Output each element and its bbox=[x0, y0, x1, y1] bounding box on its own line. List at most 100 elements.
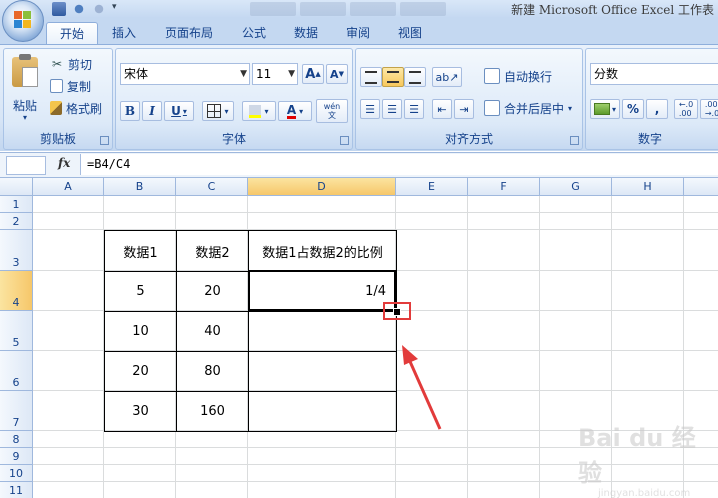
phonetic-guide-button[interactable]: wén 文 bbox=[316, 99, 348, 123]
align-bottom-button[interactable] bbox=[404, 67, 426, 87]
font-group: 宋体 ▼ 11 ▼ A ▲ A ▼ B I U ▾ ▾ ▾ A ▾ wén 文 字体 bbox=[115, 48, 353, 150]
cell-b4[interactable]: 5 bbox=[105, 272, 176, 311]
column-header-b[interactable]: B bbox=[104, 178, 176, 196]
gridline bbox=[539, 196, 540, 498]
currency-button[interactable]: ▾ bbox=[590, 99, 620, 119]
cell-b3[interactable]: 数据1 bbox=[105, 231, 176, 271]
row-header-9[interactable]: 9 bbox=[0, 448, 33, 465]
grow-font-button[interactable]: A ▲ bbox=[302, 64, 324, 84]
font-name-select[interactable]: 宋体 ▼ bbox=[120, 63, 250, 85]
column-header-c[interactable]: C bbox=[176, 178, 248, 196]
currency-icon bbox=[593, 103, 610, 115]
row-header-6[interactable]: 6 bbox=[0, 351, 33, 391]
format-painter-button[interactable]: 格式刷 bbox=[50, 99, 102, 117]
number-format-select[interactable]: 分数 bbox=[590, 63, 718, 85]
cell-c4[interactable]: 20 bbox=[177, 272, 248, 311]
blurred-taskbar-item bbox=[250, 2, 296, 16]
dialog-launcher-icon[interactable] bbox=[340, 136, 349, 145]
merge-center-label: 合并后居中 bbox=[504, 101, 565, 116]
font-color-button[interactable]: A ▾ bbox=[278, 101, 312, 121]
align-right-button[interactable]: ☰ bbox=[404, 99, 424, 119]
tab-home[interactable]: 开始 bbox=[46, 22, 98, 45]
office-button[interactable] bbox=[2, 0, 44, 42]
copy-button[interactable]: 复制 bbox=[50, 77, 91, 95]
dialog-launcher-icon[interactable] bbox=[570, 136, 579, 145]
cell-b7[interactable]: 30 bbox=[105, 392, 176, 431]
cell-c6[interactable]: 80 bbox=[177, 352, 248, 391]
underline-label: U bbox=[171, 104, 181, 118]
formula-input[interactable]: =B4/C4 bbox=[80, 154, 718, 175]
column-header-f[interactable]: F bbox=[468, 178, 540, 196]
increase-decimal-button[interactable]: ←.0.00 bbox=[674, 99, 698, 119]
underline-button[interactable]: U ▾ bbox=[164, 101, 194, 121]
align-middle-button[interactable] bbox=[382, 67, 404, 87]
tab-page-layout[interactable]: 页面布局 bbox=[158, 22, 220, 44]
row-header-5[interactable]: 5 bbox=[0, 311, 33, 351]
cell-d3[interactable]: 数据1占数据2的比例 bbox=[249, 231, 396, 271]
cell-b5[interactable]: 10 bbox=[105, 312, 176, 351]
column-header-next[interactable] bbox=[684, 178, 718, 196]
copy-label: 复制 bbox=[67, 79, 92, 94]
paste-button[interactable]: 粘贴 ▾ bbox=[8, 53, 42, 122]
row-header-4[interactable]: 4 bbox=[0, 271, 33, 311]
cell-c7[interactable]: 160 bbox=[177, 392, 248, 431]
column-header-a[interactable]: A bbox=[33, 178, 104, 196]
tab-review[interactable]: 审阅 bbox=[340, 22, 376, 44]
borders-button[interactable]: ▾ bbox=[202, 101, 234, 121]
cell-b6[interactable]: 20 bbox=[105, 352, 176, 391]
cell-d5[interactable] bbox=[249, 312, 396, 351]
undo-icon[interactable] bbox=[72, 2, 86, 16]
column-header-d[interactable]: D bbox=[248, 178, 396, 196]
cell-c5[interactable]: 40 bbox=[177, 312, 248, 351]
decrease-decimal-button[interactable]: .00 →.0 bbox=[700, 99, 718, 119]
fill-color-button[interactable]: ▾ bbox=[242, 101, 276, 121]
name-box[interactable] bbox=[6, 156, 46, 175]
select-all-button[interactable] bbox=[0, 178, 33, 196]
save-icon[interactable] bbox=[52, 2, 66, 16]
gridline bbox=[33, 212, 718, 213]
tab-formulas[interactable]: 公式 bbox=[236, 22, 272, 44]
align-left-button[interactable]: ☰ bbox=[360, 99, 380, 119]
paint-bucket-icon bbox=[249, 104, 262, 118]
row-header-7[interactable]: 7 bbox=[0, 391, 33, 431]
font-size-select[interactable]: 11 ▼ bbox=[252, 63, 298, 85]
redo-icon[interactable] bbox=[92, 2, 106, 16]
insert-function-icon[interactable]: fx bbox=[58, 156, 70, 170]
tab-data[interactable]: 数据 bbox=[288, 22, 324, 44]
spreadsheet-grid[interactable]: A B C D E F G H 1 2 3 4 5 6 7 8 9 10 11 … bbox=[0, 178, 718, 498]
dialog-launcher-icon[interactable] bbox=[100, 136, 109, 145]
watermark-url: jingyan.baidu.com bbox=[598, 488, 691, 498]
cell-c3[interactable]: 数据2 bbox=[177, 231, 248, 271]
wrap-text-button[interactable]: 自动换行 bbox=[484, 67, 552, 85]
column-header-e[interactable]: E bbox=[396, 178, 468, 196]
ribbon: 粘贴 ▾ ✂ 剪切 复制 格式刷 剪贴板 宋体 ▼ 11 ▼ A ▲ A ▼ B I U… bbox=[0, 44, 718, 151]
shrink-font-button[interactable]: A ▼ bbox=[326, 64, 348, 84]
bold-button[interactable]: B bbox=[120, 101, 140, 121]
decrease-indent-button[interactable]: ⇤ bbox=[432, 99, 452, 119]
row-header-11[interactable]: 11 bbox=[0, 482, 33, 498]
increase-indent-button[interactable]: ⇥ bbox=[454, 99, 474, 119]
italic-button[interactable]: I bbox=[142, 101, 162, 121]
row-header-10[interactable]: 10 bbox=[0, 465, 33, 482]
row-header-2[interactable]: 2 bbox=[0, 213, 33, 230]
row-header-1[interactable]: 1 bbox=[0, 196, 33, 213]
cell-d7[interactable] bbox=[249, 392, 396, 431]
comma-style-button[interactable]: , bbox=[646, 99, 668, 119]
column-header-h[interactable]: H bbox=[612, 178, 684, 196]
orientation-button[interactable]: ab↗ bbox=[432, 67, 462, 87]
customize-qat-icon[interactable]: ▾ bbox=[112, 2, 120, 16]
align-bottom-icon bbox=[409, 70, 421, 84]
tab-insert[interactable]: 插入 bbox=[104, 22, 144, 44]
increase-indent-icon: ⇥ bbox=[459, 102, 469, 116]
align-center-button[interactable]: ☰ bbox=[382, 99, 402, 119]
row-header-3[interactable]: 3 bbox=[0, 230, 33, 271]
row-header-8[interactable]: 8 bbox=[0, 431, 33, 448]
cell-d6[interactable] bbox=[249, 352, 396, 391]
percent-button[interactable]: % bbox=[622, 99, 644, 119]
merge-center-button[interactable]: 合并后居中 ▾ bbox=[484, 99, 572, 117]
column-header-g[interactable]: G bbox=[540, 178, 612, 196]
scissors-icon: ✂ bbox=[51, 57, 63, 71]
align-top-button[interactable] bbox=[360, 67, 382, 87]
tab-view[interactable]: 视图 bbox=[392, 22, 428, 44]
cut-button[interactable]: ✂ 剪切 bbox=[50, 55, 92, 73]
